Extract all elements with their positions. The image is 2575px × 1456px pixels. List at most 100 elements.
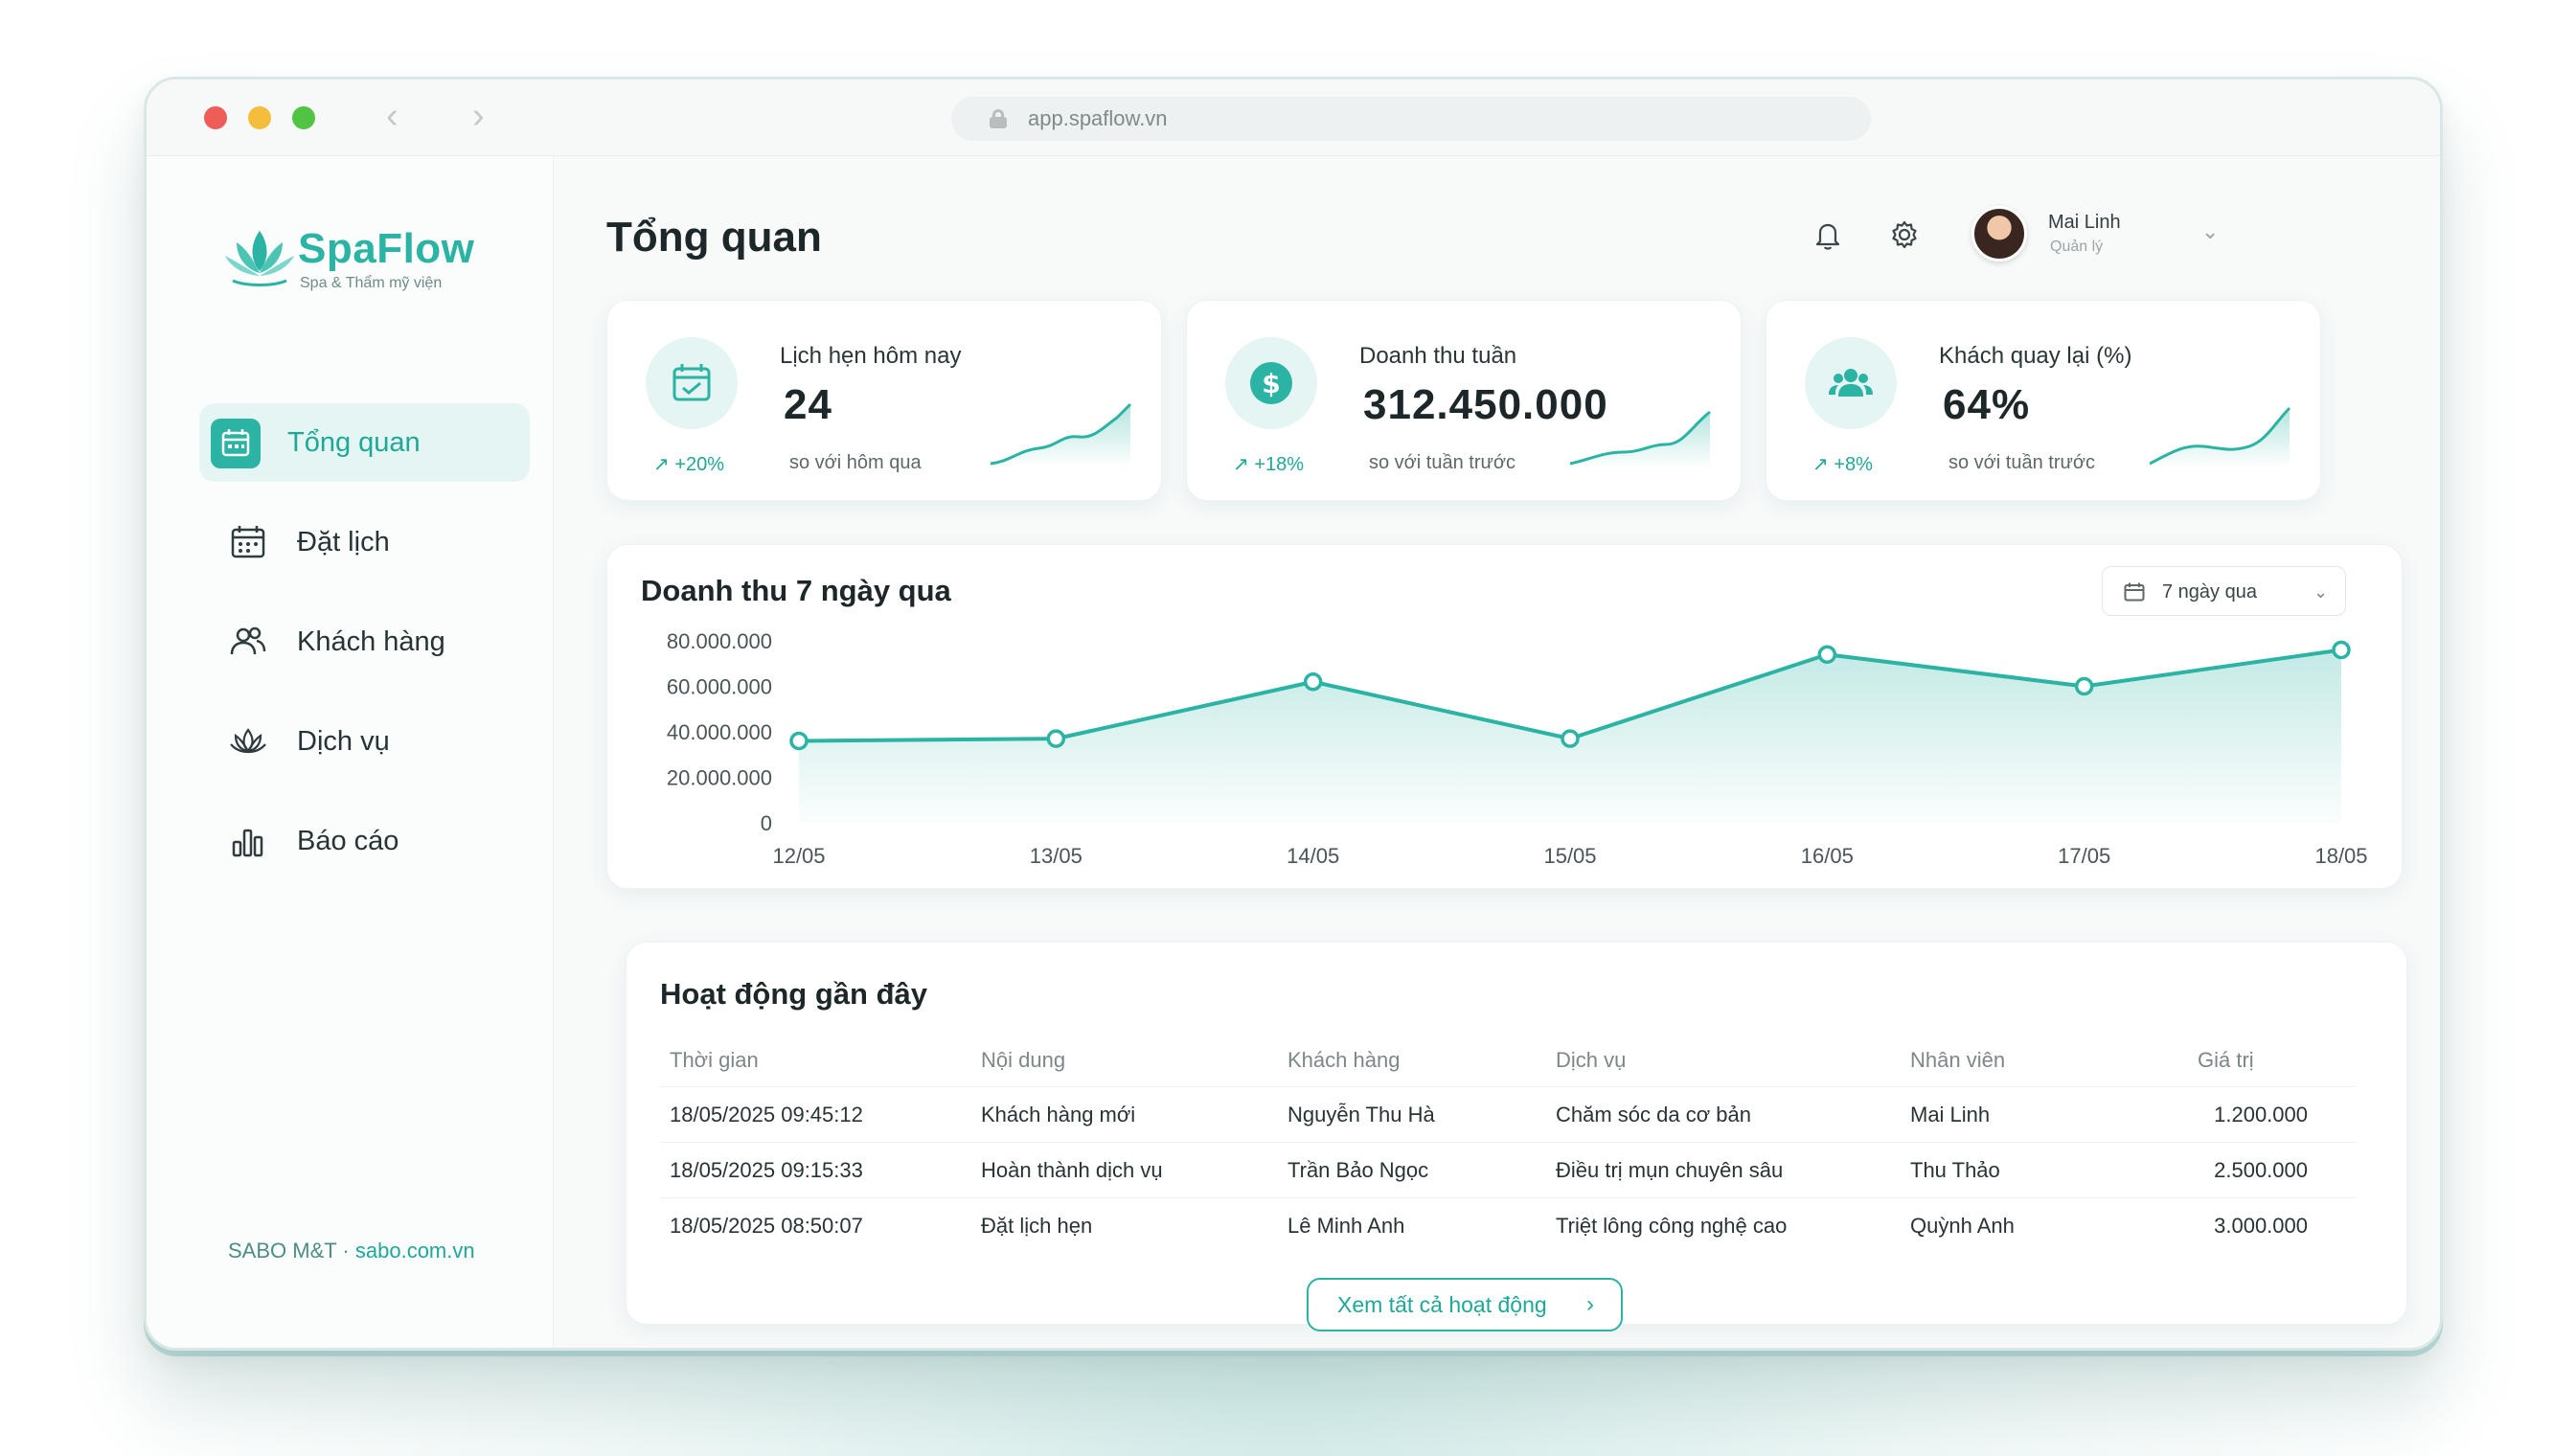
stat-badge: $ (1225, 337, 1317, 429)
dollar-icon: $ (1250, 362, 1292, 404)
stat-delta: ↗ +20% (653, 454, 725, 475)
x-tick-label: 17/05 (2058, 844, 2110, 868)
stat-label: Lịch hẹn hôm nay (780, 343, 962, 369)
main-content: Tổng quan Mai Linh Quản lý ⌄ Lịch hẹn hô… (554, 156, 2440, 1348)
y-tick-label: 20.000.000 (667, 766, 772, 790)
user-role: Quản lý (2050, 239, 2104, 255)
cell-content: Hoàn thành dịch vụ (981, 1158, 1163, 1182)
footer-link[interactable]: sabo.com.vn (355, 1239, 475, 1263)
bar-chart-icon (228, 821, 268, 861)
stat-value: 64% (1943, 381, 2031, 428)
browser-window: ‹ › app.spaflow.vn SpaFlow Spa & Thẩm mỹ… (144, 77, 2443, 1351)
cell-content: Đặt lịch hẹn (981, 1214, 1093, 1238)
sidebar-item-label: Báo cáo (297, 826, 399, 856)
sidebar-item-overview[interactable]: Tổng quan (199, 403, 530, 482)
revenue-chart-card: Doanh thu 7 ngày qua 7 ngày qua ⌄ 0 20.0… (606, 544, 2403, 889)
avatar[interactable] (1971, 206, 2027, 262)
sidebar-item-booking[interactable]: Đặt lịch (199, 503, 530, 581)
column-header-customer: Khách hàng (1288, 1048, 1401, 1072)
x-tick-label: 18/05 (2314, 844, 2367, 868)
sidebar-item-customers[interactable]: Khách hàng (199, 603, 530, 681)
minimize-window-button[interactable] (248, 106, 271, 129)
view-all-label: Xem tất cả hoạt động (1337, 1292, 1547, 1317)
table-row[interactable]: 18/05/2025 09:15:33 Hoàn thành dịch vụ T… (660, 1142, 2356, 1197)
stat-delta: ↗ +8% (1812, 454, 1873, 475)
stat-badge (646, 337, 738, 429)
stat-badge (1805, 337, 1897, 429)
y-tick-label: 0 (761, 811, 772, 835)
cell-content: Khách hàng mới (981, 1103, 1136, 1126)
column-header-staff: Nhân viên (1910, 1048, 2006, 1072)
stat-compare: so với tuần trước (1948, 452, 2095, 473)
calendar-icon (228, 522, 268, 562)
back-arrow-icon[interactable]: ‹ (386, 95, 399, 137)
data-point[interactable] (1817, 645, 1837, 664)
calendar-dashboard-icon (211, 419, 261, 468)
x-tick-label: 12/05 (772, 844, 825, 868)
data-point[interactable] (2332, 640, 2351, 660)
close-window-button[interactable] (204, 106, 227, 129)
sidebar-item-label: Tổng quan (287, 427, 421, 458)
sparkline (2150, 406, 2291, 467)
data-point[interactable] (1046, 729, 1066, 748)
sidebar-item-reports[interactable]: Báo cáo (199, 802, 530, 880)
column-header-time: Thời gian (670, 1048, 759, 1072)
maximize-window-button[interactable] (292, 106, 315, 129)
column-header-service: Dịch vụ (1556, 1048, 1627, 1072)
table-row[interactable]: 18/05/2025 08:50:07 Đặt lịch hẹn Lê Minh… (660, 1197, 2356, 1253)
brand-logo[interactable]: SpaFlow Spa & Thẩm mỹ viện (223, 223, 511, 300)
footer-separator: · (342, 1239, 350, 1263)
revenue-line-chart: 0 20.000.000 40.000.000 60.000.000 80.000.00… (667, 629, 2368, 868)
data-point[interactable] (789, 731, 809, 751)
sidebar-item-services[interactable]: Dịch vụ (199, 702, 530, 781)
cell-value: 1.200.000 (2214, 1103, 2308, 1126)
footer-company: SABO M&T (228, 1239, 337, 1263)
chevron-down-icon[interactable]: ⌄ (2201, 219, 2219, 244)
data-point[interactable] (2074, 676, 2094, 696)
group-icon (1829, 369, 1873, 397)
cell-customer: Lê Minh Anh (1288, 1214, 1405, 1238)
stat-card-weekly-revenue[interactable]: $ Doanh thu tuần 312.450.000 ↗ +18% so v… (1186, 300, 1742, 501)
forward-arrow-icon[interactable]: › (472, 95, 485, 137)
address-bar[interactable]: app.spaflow.vn (951, 97, 1871, 141)
stat-delta: ↗ +18% (1233, 454, 1305, 475)
sidebar-item-label: Dịch vụ (297, 726, 390, 757)
chevron-right-icon: › (1586, 1291, 1594, 1317)
stat-card-appointments[interactable]: Lịch hẹn hôm nay 24 ↗ +20% so với hôm qu… (606, 300, 1162, 501)
view-all-activity-button[interactable]: Xem tất cả hoạt động › (1307, 1278, 1623, 1331)
column-header-value: Giá trị (2198, 1048, 2254, 1072)
x-tick-label: 13/05 (1030, 844, 1082, 868)
lotus-logo-icon (225, 231, 294, 286)
data-point[interactable] (1561, 729, 1580, 748)
cell-customer: Nguyễn Thu Hà (1288, 1103, 1435, 1126)
sidebar: SpaFlow Spa & Thẩm mỹ viện Tổng quan Đặt… (147, 156, 554, 1348)
bell-icon[interactable] (1809, 216, 1847, 254)
stat-value: 24 (784, 381, 832, 428)
cell-staff: Thu Thảo (1910, 1158, 2000, 1182)
y-tick-label: 60.000.000 (667, 675, 772, 699)
cell-time: 18/05/2025 09:45:12 (670, 1103, 863, 1126)
stat-compare: so với hôm qua (789, 452, 922, 473)
sparkline (991, 402, 1132, 467)
url-text: app.spaflow.vn (1028, 106, 1168, 130)
table-row[interactable]: 18/05/2025 09:45:12 Khách hàng mới Nguyễ… (660, 1086, 2356, 1142)
y-tick-label: 40.000.000 (667, 720, 772, 744)
svg-text:$: $ (1262, 368, 1280, 399)
sidebar-footer: SABO M&T · sabo.com.vn (228, 1239, 475, 1263)
data-point[interactable] (1303, 672, 1323, 692)
stat-label: Khách quay lại (%) (1939, 343, 2132, 369)
gear-icon[interactable] (1885, 216, 1924, 254)
stat-card-returning-customers[interactable]: Khách quay lại (%) 64% ↗ +8% so với tuần… (1766, 300, 2321, 501)
activity-title: Hoạt động gần đây (660, 977, 927, 1011)
stat-compare: so với tuần trước (1369, 452, 1515, 473)
cell-service: Triệt lông công nghệ cao (1556, 1214, 1788, 1238)
y-tick-label: 80.000.000 (667, 629, 772, 653)
cell-staff: Mai Linh (1910, 1103, 1991, 1126)
cell-time: 18/05/2025 08:50:07 (670, 1214, 863, 1238)
users-icon (228, 622, 268, 662)
cell-service: Chăm sóc da cơ bản (1556, 1103, 1751, 1126)
cell-time: 18/05/2025 09:15:33 (670, 1158, 863, 1182)
cell-service: Điều trị mụn chuyên sâu (1556, 1158, 1784, 1182)
browser-titlebar: ‹ › app.spaflow.vn (147, 80, 2440, 156)
brand-tagline: Spa & Thẩm mỹ viện (300, 275, 443, 291)
